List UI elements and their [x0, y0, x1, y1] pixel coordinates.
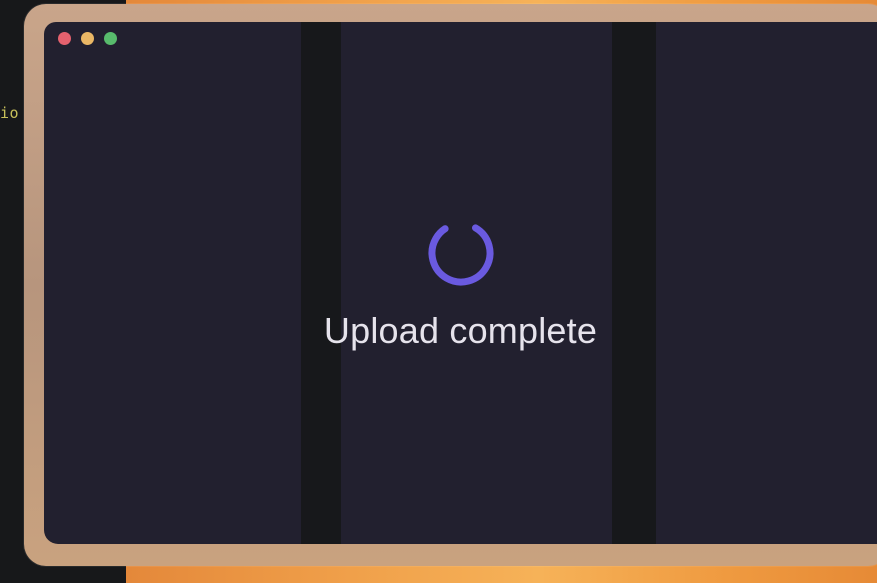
window-controls: [58, 32, 117, 45]
loading-spinner-icon: [428, 220, 493, 286]
app-window: Upload complete: [44, 22, 877, 544]
upload-status: Upload complete: [44, 218, 877, 352]
maximize-icon[interactable]: [104, 32, 117, 45]
close-icon[interactable]: [58, 32, 71, 45]
minimize-icon[interactable]: [81, 32, 94, 45]
background-code-fragment: io: [0, 104, 20, 122]
status-message: Upload complete: [323, 310, 598, 351]
